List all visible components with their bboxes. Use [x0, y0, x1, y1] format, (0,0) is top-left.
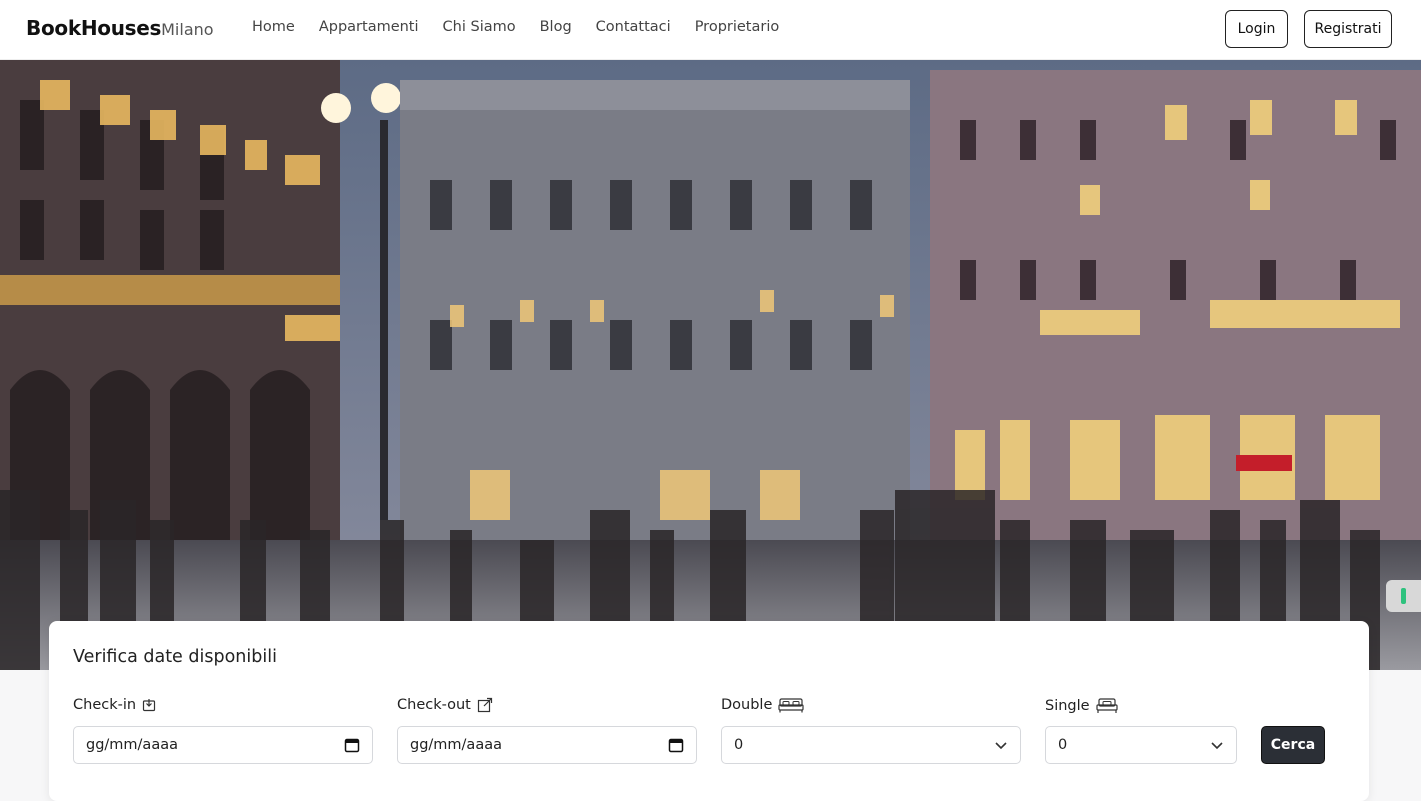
nav-link-contact[interactable]: Contattaci: [596, 19, 671, 35]
calendar-icon[interactable]: [668, 737, 684, 753]
nav-link-about[interactable]: Chi Siamo: [443, 19, 516, 35]
nav-link-home[interactable]: Home: [252, 19, 295, 35]
login-button[interactable]: Login: [1225, 10, 1288, 48]
checkin-label: Check-in: [73, 697, 156, 713]
double-bed-icon: [778, 698, 804, 713]
calendar-download-icon: [142, 699, 156, 712]
side-widget-icon: [1401, 588, 1406, 604]
side-widget-tab[interactable]: [1386, 580, 1421, 612]
nav-link-owner[interactable]: Proprietario: [695, 19, 780, 35]
navbar: BookHousesMilano Home Appartamenti Chi S…: [0, 0, 1421, 60]
register-button[interactable]: Registrati: [1304, 10, 1392, 48]
single-label-text: Single: [1045, 698, 1090, 714]
checkin-value: gg/mm/aaaa: [86, 737, 178, 753]
calendar-icon[interactable]: [344, 737, 360, 753]
double-value: 0: [734, 737, 744, 753]
external-link-icon: [477, 697, 492, 713]
double-label-text: Double: [721, 697, 773, 713]
main-nav: Home Appartamenti Chi Siamo Blog Contatt…: [252, 19, 803, 35]
brand-logo[interactable]: BookHousesMilano: [26, 16, 214, 40]
chevron-down-icon: [1211, 742, 1223, 750]
availability-search-card: Verifica date disponibili Check-in gg/mm…: [49, 621, 1369, 801]
brand-city: Milano: [161, 20, 214, 39]
single-bed-icon: [1095, 698, 1118, 713]
brand-name: BookHouses: [26, 16, 162, 40]
chevron-down-icon: [995, 742, 1007, 750]
availability-title: Verifica date disponibili: [73, 647, 277, 667]
double-label: Double: [721, 697, 804, 713]
hero-image: [0, 60, 1421, 670]
checkout-date-input[interactable]: gg/mm/aaaa: [397, 726, 697, 764]
search-button[interactable]: Cerca: [1261, 726, 1325, 764]
single-rooms-select[interactable]: 0: [1045, 726, 1237, 764]
nav-link-apartments[interactable]: Appartamenti: [319, 19, 419, 35]
double-rooms-select[interactable]: 0: [721, 726, 1021, 764]
nav-link-blog[interactable]: Blog: [540, 19, 572, 35]
checkout-value: gg/mm/aaaa: [410, 737, 502, 753]
checkout-label-text: Check-out: [397, 697, 471, 713]
checkin-label-text: Check-in: [73, 697, 137, 713]
checkout-label: Check-out: [397, 697, 493, 713]
hero-illustration: [0, 60, 1421, 670]
checkin-date-input[interactable]: gg/mm/aaaa: [73, 726, 373, 764]
single-value: 0: [1058, 737, 1068, 753]
single-label: Single: [1045, 697, 1118, 715]
